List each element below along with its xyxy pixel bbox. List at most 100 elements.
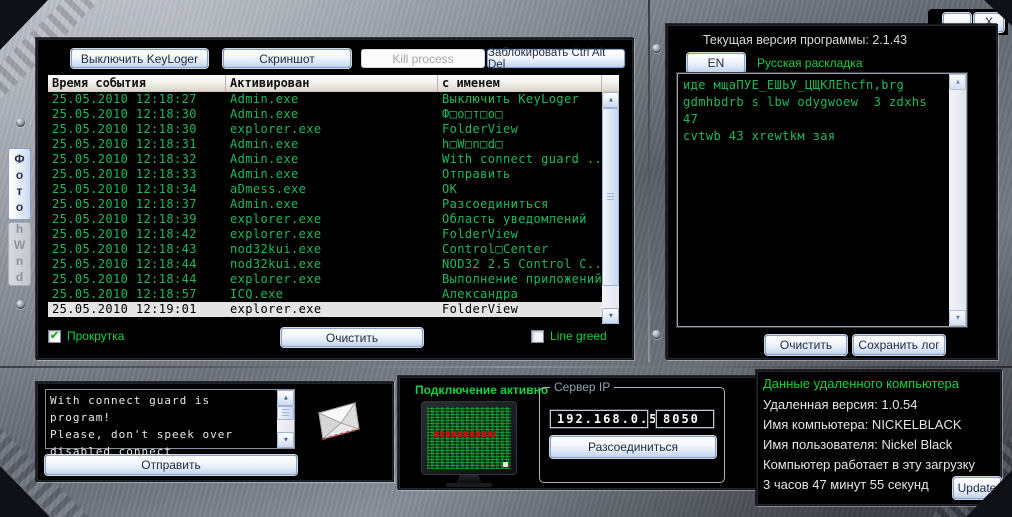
remote-info-line: Имя пользователя: Nickel Black	[763, 435, 975, 455]
column-header-title: с именем	[438, 75, 602, 92]
cell-time: 25.05.2010 12:18:37	[52, 197, 197, 211]
message-scrollbar[interactable]: ▲ ▼	[277, 390, 294, 448]
cell-title: FolderView	[442, 227, 519, 241]
disconnect-button[interactable]: Разсоединиться	[550, 436, 716, 458]
keyboard-layout-label: Русская раскладка	[757, 56, 863, 70]
table-row[interactable]: 25.05.2010 12:18:27 Admin.exe Выключить …	[48, 92, 602, 107]
monitor-base	[446, 483, 492, 487]
update-label: Update	[957, 481, 997, 495]
monitor-red-text-decoration	[433, 430, 496, 437]
update-button[interactable]: Update	[953, 477, 1001, 499]
block-ctrl-alt-del-label: Заблокировать Ctrl Alt Del	[488, 46, 606, 71]
cell-process: explorer.exe	[230, 122, 322, 136]
scroll-checkbox[interactable]: ✔	[48, 329, 61, 343]
remote-info-text: Имя компьютера: NICKELBLACK	[763, 417, 962, 432]
event-table-scrollbar[interactable]: ▲ ▼	[602, 92, 619, 324]
cell-time: 25.05.2010 12:18:44	[52, 257, 197, 271]
cell-process: explorer.exe	[230, 212, 322, 226]
photo-button[interactable]: Фото	[8, 148, 31, 220]
cell-title: Control□Center	[442, 242, 549, 256]
connection-panel: Подключение активно Сервер IP 192.168.0.…	[398, 376, 758, 490]
table-row[interactable]: 25.05.2010 12:18:37 Admin.exe Разсоедини…	[48, 197, 602, 212]
scrollbar-thumb[interactable]	[277, 406, 294, 420]
connection-status-label: Подключение активно	[415, 383, 549, 397]
table-row[interactable]: 25.05.2010 12:18:44 nod32kui.exe NOD32 2…	[48, 257, 602, 272]
table-row[interactable]: 25.05.2010 12:18:30 Admin.exe Ф□о□т□о□	[48, 107, 602, 122]
table-row[interactable]: 25.05.2010 12:18:33 Admin.exe Отправить	[48, 167, 602, 182]
column-header-time: Время события	[48, 75, 226, 92]
table-row[interactable]: 25.05.2010 12:18:57 ICQ.exe Александра	[48, 287, 602, 302]
server-port-input[interactable]: 8050	[656, 410, 714, 428]
table-row[interactable]: 25.05.2010 12:18:43 nod32kui.exe Control…	[48, 242, 602, 257]
cell-time: 25.05.2010 12:18:30	[52, 122, 197, 136]
photo-button-label: Фото	[12, 152, 27, 216]
scroll-up-button[interactable]: ▲	[949, 74, 966, 90]
table-row[interactable]: 25.05.2010 12:18:39 explorer.exe Область…	[48, 212, 602, 227]
screw-decoration	[652, 330, 661, 339]
message-input[interactable]: With connect guard is program! Please, d…	[45, 389, 295, 458]
event-table: Время события Активирован с именем 25.05…	[48, 75, 619, 324]
cell-title: Выполнение приложений	[442, 272, 602, 286]
language-toggle-button[interactable]: EN	[687, 53, 745, 73]
send-message-button[interactable]: Отправить	[45, 455, 297, 475]
cell-title: Отправить	[442, 167, 511, 181]
cell-title: With connect guard ...	[442, 152, 602, 166]
scroll-up-button[interactable]: ▲	[277, 390, 294, 406]
screw-decoration	[16, 300, 25, 309]
line-greed-checkbox[interactable]	[531, 329, 544, 343]
screw-decoration	[652, 44, 661, 53]
cell-time: 25.05.2010 12:18:39	[52, 212, 197, 226]
keystroke-scrollbar[interactable]: ▲ ▼	[949, 74, 966, 326]
block-ctrl-alt-del-button[interactable]: Заблокировать Ctrl Alt Del	[487, 46, 625, 71]
remote-info-line: Имя компьютера: NICKELBLACK	[763, 415, 975, 435]
monitor-stand	[456, 475, 482, 483]
remote-info-line: Удаленная версия: 1.0.54	[763, 395, 975, 415]
cell-time: 25.05.2010 12:18:44	[52, 272, 197, 286]
clear-keystrokes-button[interactable]: Очистить	[765, 335, 847, 355]
save-log-label: Сохранить лог	[858, 338, 940, 352]
table-row[interactable]: 25.05.2010 12:18:42 explorer.exe FolderV…	[48, 227, 602, 242]
cell-process: ICQ.exe	[230, 287, 284, 301]
scroll-up-button[interactable]: ▲	[602, 92, 619, 108]
scroll-down-button[interactable]: ▼	[602, 308, 619, 324]
cell-title: FolderView	[442, 302, 519, 316]
cell-process: explorer.exe	[230, 272, 322, 286]
keystroke-log[interactable]: иде мщаПУЕ_ЕШЬУ_ЦЩКЛЕhcfn,brg gdmhbdrb s…	[677, 73, 967, 327]
scroll-down-button[interactable]: ▼	[277, 432, 294, 448]
hwnd-button[interactable]: hWnd	[8, 222, 31, 286]
table-row[interactable]: 25.05.2010 12:18:31 Admin.exe h□W□n□d□	[48, 137, 602, 152]
cell-time: 25.05.2010 12:18:42	[52, 227, 197, 241]
table-row[interactable]: 25.05.2010 12:18:34 aDmess.exe OK	[48, 182, 602, 197]
table-row[interactable]: 25.05.2010 12:18:32 Admin.exe With conne…	[48, 152, 602, 167]
save-log-button[interactable]: Сохранить лог	[853, 335, 945, 355]
cell-time: 25.05.2010 12:19:01	[52, 302, 197, 316]
server-ip-input[interactable]: 192.168.0.50	[550, 410, 666, 428]
cell-title: OK	[442, 182, 458, 196]
hwnd-button-label: hWnd	[12, 222, 27, 286]
server-ip-value: 192.168.0.50	[557, 412, 668, 426]
cell-time: 25.05.2010 12:18:33	[52, 167, 197, 181]
cell-process: Admin.exe	[230, 137, 299, 151]
screenshot-button[interactable]: Скриншот	[223, 49, 351, 68]
table-row[interactable]: 25.05.2010 12:18:44 explorer.exe Выполне…	[48, 272, 602, 287]
remote-info-text: Имя пользователя: Nickel Black	[763, 437, 953, 452]
keylogger-off-label: Выключить KeyLoger	[80, 51, 199, 66]
table-row[interactable]: 25.05.2010 12:18:30 explorer.exe FolderV…	[48, 122, 602, 137]
monitor-icon	[421, 401, 517, 487]
server-ip-group-label: Сервер IP	[550, 380, 615, 394]
cell-title: h□W□n□d□	[442, 137, 503, 151]
cell-title: FolderView	[442, 122, 519, 136]
scroll-down-button[interactable]: ▼	[949, 310, 966, 326]
scrollbar-thumb[interactable]	[602, 108, 619, 286]
table-row[interactable]: 25.05.2010 12:19:01 explorer.exe FolderV…	[48, 302, 602, 317]
send-message-label: Отправить	[141, 458, 201, 472]
cell-process: Admin.exe	[230, 152, 299, 166]
monitor-screen	[427, 407, 511, 469]
column-header-blank	[602, 75, 619, 92]
keylogger-off-button[interactable]: Выключить KeyLoger	[71, 49, 208, 68]
frame-seam	[648, 0, 650, 362]
cell-time: 25.05.2010 12:18:57	[52, 287, 197, 301]
clear-log-button[interactable]: Очистить	[281, 328, 423, 347]
remote-info-line: Компьютер работает в эту загрузку	[763, 455, 975, 475]
cell-time: 25.05.2010 12:18:27	[52, 92, 197, 106]
